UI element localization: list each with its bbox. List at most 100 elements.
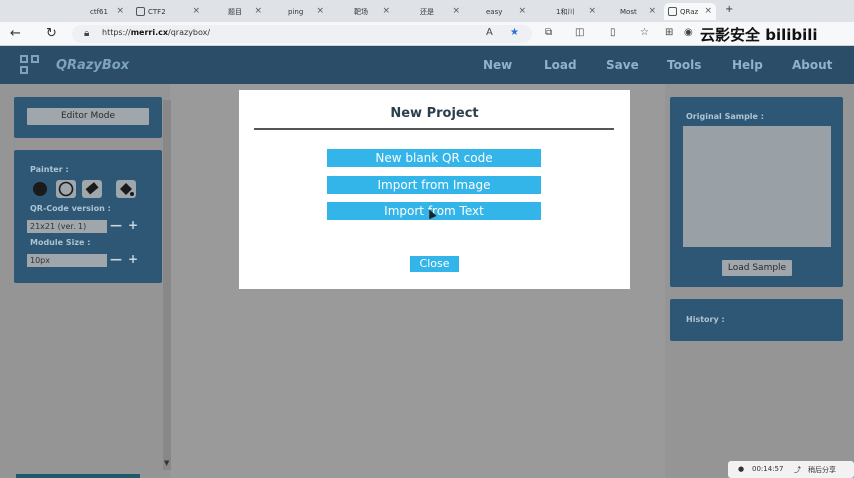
- watermark: 云影安全 bilibili: [700, 26, 818, 44]
- module-plus-button[interactable]: +: [128, 252, 138, 266]
- reload-icon[interactable]: ↻: [46, 26, 57, 41]
- back-icon[interactable]: ←: [10, 26, 21, 41]
- menu-tools[interactable]: Tools: [667, 58, 701, 72]
- close-icon[interactable]: ×: [192, 6, 200, 16]
- video-time: 00:14:57: [752, 465, 784, 473]
- favorites-icon[interactable]: ☆: [640, 27, 649, 38]
- close-button[interactable]: Close: [410, 256, 459, 272]
- module-minus-button[interactable]: —: [110, 252, 122, 266]
- menu-load[interactable]: Load: [544, 58, 577, 72]
- painter-panel: Painter : QR-Code version : 21x21 (ver. …: [14, 150, 162, 283]
- eraser-tool[interactable]: [82, 180, 102, 198]
- url-path: /qrazybox/: [168, 28, 211, 37]
- browser-tab[interactable]: ctf61 ×: [62, 3, 128, 20]
- url-text: https://merri.cx/qrazybox/: [102, 28, 210, 37]
- tab-title: Most: [620, 7, 637, 16]
- browser-tab[interactable]: CTF2 ×: [132, 3, 204, 20]
- close-icon[interactable]: ×: [588, 6, 596, 16]
- white-brush-tool[interactable]: [56, 180, 76, 198]
- browser-tab[interactable]: 还是 ×: [398, 3, 464, 20]
- browser-tab[interactable]: Most ×: [604, 3, 660, 20]
- browser-tab-bar: ctf61 × CTF2 × 题目 × ping × 靶场 × 还是 × easy × 1和川…: [0, 0, 854, 22]
- tab-favicon-icon: [136, 7, 145, 16]
- split-screen-icon[interactable]: ▯: [610, 27, 616, 38]
- dialog-title: New Project: [390, 106, 479, 121]
- original-sample-label: Original Sample :: [686, 112, 764, 121]
- browser-tab[interactable]: 靶场 ×: [332, 3, 394, 20]
- tab-title: ping: [288, 7, 304, 16]
- new-tab-icon[interactable]: +: [725, 4, 733, 15]
- new-project-dialog: New Project New blank QR code Import fro…: [239, 90, 630, 289]
- original-sample-panel: Original Sample : Load Sample: [670, 97, 843, 287]
- module-size-select[interactable]: 10px: [27, 254, 107, 267]
- favorite-star-icon[interactable]: ★: [510, 27, 519, 38]
- share-later-label[interactable]: 稍后分享: [808, 465, 836, 475]
- import-from-image-button[interactable]: Import from Image: [327, 176, 541, 194]
- tab-title: 1和川: [556, 7, 575, 16]
- editor-mode-panel: Editor Mode: [14, 97, 162, 138]
- scroll-down-icon[interactable]: ▼: [164, 459, 169, 467]
- close-icon[interactable]: ×: [254, 6, 262, 16]
- lock-icon: 🔒︎: [84, 28, 90, 39]
- menu-save[interactable]: Save: [606, 58, 639, 72]
- black-circle-icon: [33, 182, 47, 196]
- sidebar-icon[interactable]: ◫: [575, 27, 584, 38]
- painter-label: Painter :: [30, 165, 69, 174]
- close-icon[interactable]: ×: [648, 6, 656, 16]
- history-label: History :: [686, 315, 725, 324]
- version-plus-button[interactable]: +: [128, 218, 138, 232]
- white-circle-icon: [58, 181, 74, 197]
- url-host: merri.cx: [130, 28, 169, 37]
- qr-logo-icon: [20, 55, 40, 75]
- browser-tab[interactable]: 题目 ×: [208, 3, 266, 20]
- black-brush-tool[interactable]: [30, 180, 50, 198]
- url-field[interactable]: 🔒︎ https://merri.cx/qrazybox/: [72, 25, 532, 43]
- browser-tab[interactable]: ping ×: [270, 3, 328, 20]
- profile-icon[interactable]: ◉: [684, 27, 693, 38]
- tab-favicon-icon: [668, 7, 677, 16]
- module-size-label: Module Size :: [30, 238, 91, 247]
- url-prefix: https://: [102, 28, 131, 37]
- close-icon[interactable]: ×: [116, 6, 124, 16]
- bottom-strip: [16, 474, 140, 478]
- browser-tab[interactable]: easy ×: [468, 3, 530, 20]
- read-aloud-icon[interactable]: A: [486, 27, 493, 38]
- tab-title: CTF2: [148, 7, 166, 16]
- close-icon[interactable]: ×: [452, 6, 460, 16]
- collections-icon[interactable]: ⊞: [665, 27, 673, 38]
- load-sample-button[interactable]: Load Sample: [722, 260, 792, 276]
- tab-title: QRaz: [680, 7, 699, 16]
- record-dot-icon: ●: [738, 465, 745, 473]
- browser-tab-active[interactable]: QRaz ×: [664, 3, 716, 20]
- close-icon[interactable]: ×: [704, 6, 712, 16]
- tab-title: easy: [486, 7, 503, 16]
- browser-tab[interactable]: 1和川 ×: [534, 3, 600, 20]
- version-label: QR-Code version :: [30, 204, 111, 213]
- editor-mode-button[interactable]: Editor Mode: [27, 108, 149, 125]
- close-icon[interactable]: ×: [316, 6, 324, 16]
- version-minus-button[interactable]: —: [110, 218, 122, 232]
- dialog-divider: [254, 128, 614, 130]
- extensions-icon[interactable]: ⧉: [545, 27, 552, 38]
- video-status-bar: ● 00:14:57 ⤴ 稍后分享: [728, 461, 854, 478]
- sample-preview: [683, 126, 831, 247]
- history-panel: History :: [670, 299, 843, 341]
- tab-title: 靶场: [354, 7, 368, 16]
- new-blank-qr-button[interactable]: New blank QR code: [327, 149, 541, 167]
- close-icon[interactable]: ×: [518, 6, 526, 16]
- scrollbar[interactable]: [163, 100, 171, 470]
- version-select[interactable]: 21x21 (ver. 1): [27, 220, 107, 233]
- fill-tool[interactable]: [116, 180, 136, 198]
- tab-title: 题目: [228, 7, 242, 16]
- tab-title: ctf61: [90, 7, 108, 16]
- app-navbar: QRazyBox New Load Save Tools Help About: [0, 46, 854, 84]
- menu-about[interactable]: About: [792, 58, 832, 72]
- close-icon[interactable]: ×: [382, 6, 390, 16]
- menu-help[interactable]: Help: [732, 58, 763, 72]
- menu-new[interactable]: New: [483, 58, 512, 72]
- tab-title: 还是: [420, 7, 434, 16]
- brand-name: QRazyBox: [56, 58, 130, 73]
- eraser-icon: [85, 182, 99, 195]
- share-icon[interactable]: ⤴: [794, 465, 801, 475]
- paint-bucket-icon: [120, 183, 134, 196]
